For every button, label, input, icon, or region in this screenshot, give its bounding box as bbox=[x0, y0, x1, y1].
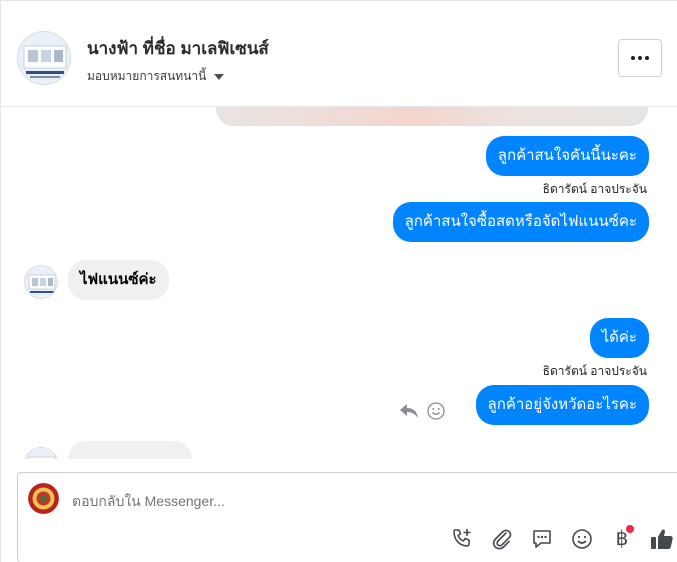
messenger-conversation-panel: นางฟ้า ที่ชื่อ มาเลฟิเซนส์ มอบหมายการสนท… bbox=[0, 0, 677, 562]
attachment-icon[interactable] bbox=[488, 525, 516, 553]
reply-input[interactable] bbox=[72, 493, 372, 509]
more-options-button[interactable] bbox=[618, 39, 662, 77]
message-bubble-outgoing[interactable]: ลูกค้าอยู่จังหวัดอะไรคะ bbox=[475, 385, 649, 425]
notification-dot bbox=[626, 525, 634, 533]
more-options-icon bbox=[631, 56, 649, 60]
reply-composer: ฿ bbox=[17, 472, 677, 562]
message-bubble-incoming-partial[interactable] bbox=[68, 441, 192, 459]
page-avatar bbox=[28, 483, 59, 514]
add-call-icon[interactable] bbox=[448, 525, 476, 553]
contact-name[interactable]: นางฟ้า ที่ชื่อ มาเลฟิเซนส์ bbox=[87, 35, 269, 62]
composer-toolbar: ฿ bbox=[448, 525, 676, 553]
message-bubble-incoming[interactable]: ไฟแนนซ์ค่ะ bbox=[68, 260, 169, 300]
shared-photo-message[interactable] bbox=[216, 107, 648, 126]
emoji-react-icon[interactable] bbox=[427, 402, 445, 425]
saved-reply-icon[interactable] bbox=[528, 525, 556, 553]
reply-icon[interactable] bbox=[399, 402, 419, 425]
payment-icon[interactable]: ฿ bbox=[608, 525, 636, 553]
message-bubble-outgoing[interactable]: ได้ค่ะ bbox=[589, 318, 649, 358]
assign-conversation-label: มอบหมายการสนทนานี้ bbox=[87, 69, 207, 83]
message-thread[interactable]: ลูกค้าสนใจคันนี้นะคะ ธิดารัตน์ อาจประจัน… bbox=[1, 107, 677, 459]
contact-avatar-small bbox=[24, 447, 58, 459]
message-bubble-outgoing[interactable]: ลูกค้าสนใจคันนี้นะคะ bbox=[485, 136, 649, 176]
contact-avatar[interactable] bbox=[17, 31, 71, 85]
conversation-header: นางฟ้า ที่ชื่อ มาเลฟิเซนส์ มอบหมายการสนท… bbox=[1, 9, 677, 107]
caret-down-icon bbox=[214, 74, 225, 80]
like-icon[interactable] bbox=[648, 525, 676, 553]
message-sender-name: ธิดารัตน์ อาจประจัน bbox=[542, 364, 647, 378]
emoji-icon[interactable] bbox=[568, 525, 596, 553]
message-sender-name: ธิดารัตน์ อาจประจัน bbox=[542, 182, 647, 196]
message-hover-actions bbox=[399, 402, 445, 425]
assign-conversation-dropdown[interactable]: มอบหมายการสนทนานี้ bbox=[87, 67, 225, 86]
contact-avatar-small bbox=[24, 265, 58, 299]
message-bubble-outgoing[interactable]: ลูกค้าสนใจซื้อสดหรือจัดไฟแนนซ์คะ bbox=[392, 202, 649, 242]
